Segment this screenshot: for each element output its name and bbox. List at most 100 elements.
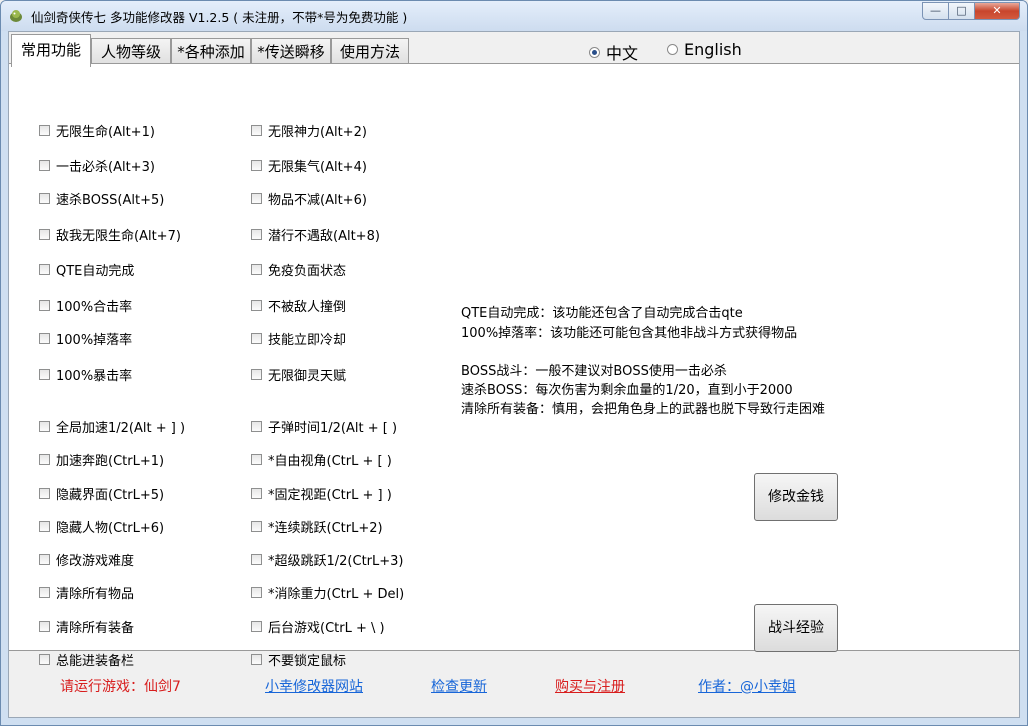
app-icon xyxy=(10,10,22,22)
cheat-infinite-mp[interactable]: 无限神力(Alt+2) xyxy=(251,121,367,140)
modify-money-button[interactable]: 修改金钱 xyxy=(754,473,838,521)
checkbox[interactable] xyxy=(251,587,262,598)
info-drop-rate: 100%掉落率：该功能还可能包含其他非战斗方式获得物品 xyxy=(461,326,798,341)
cheat-drop-rate[interactable]: 100%掉落率 xyxy=(39,329,132,348)
checkbox[interactable] xyxy=(39,333,50,344)
checkbox[interactable] xyxy=(39,369,50,380)
checkbox[interactable] xyxy=(251,264,262,275)
cheat-infinite-talent[interactable]: 无限御灵天赋 xyxy=(251,365,346,384)
checkbox[interactable] xyxy=(251,369,262,380)
checkbox-label: 全局加速1/2(Alt + ] ) xyxy=(56,421,186,436)
checkbox[interactable] xyxy=(39,654,50,665)
checkbox[interactable] xyxy=(251,621,262,632)
maximize-button[interactable]: □ xyxy=(949,2,975,20)
tab-character-level[interactable]: 人物等级 xyxy=(91,38,171,66)
lang-option-english[interactable]: English xyxy=(667,40,742,59)
cheat-fast-kill-boss[interactable]: 速杀BOSS(Alt+5) xyxy=(39,189,164,208)
close-button[interactable]: ✕ xyxy=(975,2,1020,20)
checkbox[interactable] xyxy=(251,654,262,665)
cheat-bullet-time[interactable]: 子弹时间1/2(Alt + [ ) xyxy=(251,417,397,436)
cheat-stealth[interactable]: 潜行不遇敌(Alt+8) xyxy=(251,225,380,244)
checkbox-label: 不要锁定鼠标 xyxy=(268,654,347,669)
checkbox-label: 速杀BOSS(Alt+5) xyxy=(56,193,165,208)
checkbox[interactable] xyxy=(39,521,50,532)
cheat-fixed-distance[interactable]: *固定视距(CtrL + ] ) xyxy=(251,484,392,503)
tab-common[interactable]: 常用功能 xyxy=(11,34,91,67)
checkbox-label: *自由视角(CtrL + [ ) xyxy=(268,454,392,469)
checkbox-label: 无限神力(Alt+2) xyxy=(268,125,367,140)
lang-option-chinese[interactable]: 中文 xyxy=(589,40,638,64)
cheat-multi-jump[interactable]: *连续跳跃(CtrL+2) xyxy=(251,517,383,536)
cheat-combo-rate[interactable]: 100%合击率 xyxy=(39,296,132,315)
checkbox-label: 无限集气(Alt+4) xyxy=(268,160,367,175)
cheat-immune-debuff[interactable]: 免疫负面状态 xyxy=(251,260,346,279)
minimize-button[interactable]: — xyxy=(922,2,949,20)
checkbox[interactable] xyxy=(39,264,50,275)
cheat-all-infinite-hp[interactable]: 敌我无限生命(Alt+7) xyxy=(39,225,181,244)
checkbox[interactable] xyxy=(251,229,262,240)
radio-chinese[interactable] xyxy=(589,46,600,58)
checkbox[interactable] xyxy=(39,229,50,240)
tab-usage[interactable]: 使用方法 xyxy=(331,38,409,66)
cheat-no-knockdown[interactable]: 不被敌人撞倒 xyxy=(251,296,346,315)
checkbox-label: 100%掉落率 xyxy=(56,333,133,348)
cheat-no-cooldown[interactable]: 技能立即冷却 xyxy=(251,329,346,348)
checkbox[interactable] xyxy=(39,587,50,598)
checkbox-label: 100%暴击率 xyxy=(56,369,133,384)
cheat-items-not-decrease[interactable]: 物品不减(Alt+6) xyxy=(251,189,367,208)
checkbox[interactable] xyxy=(251,160,262,171)
cheat-no-mouse-lock[interactable]: 不要锁定鼠标 xyxy=(251,650,346,669)
cheat-clear-items[interactable]: 清除所有物品 xyxy=(39,583,134,602)
cheat-difficulty[interactable]: 修改游戏难度 xyxy=(39,550,134,569)
cheat-qte-auto[interactable]: QTE自动完成 xyxy=(39,260,134,279)
checkbox[interactable] xyxy=(251,521,262,532)
checkbox-label: *固定视距(CtrL + ] ) xyxy=(268,488,392,503)
cheat-no-gravity[interactable]: *消除重力(CtrL + Del) xyxy=(251,583,404,602)
checkbox-label: 修改游戏难度 xyxy=(56,554,135,569)
cheat-hide-ui[interactable]: 隐藏界面(CtrL+5) xyxy=(39,484,164,503)
checkbox[interactable] xyxy=(251,421,262,432)
cheat-background-game[interactable]: 后台游戏(CtrL + \ ) xyxy=(251,617,385,636)
buy-register-link[interactable]: 购买与注册 xyxy=(555,676,625,696)
checkbox[interactable] xyxy=(39,421,50,432)
checkbox[interactable] xyxy=(251,554,262,565)
cheat-infinite-qi[interactable]: 无限集气(Alt+4) xyxy=(251,156,367,175)
radio-english[interactable] xyxy=(667,44,678,55)
checkbox[interactable] xyxy=(251,193,262,204)
cheat-hide-character[interactable]: 隐藏人物(CtrL+6) xyxy=(39,517,164,536)
checkbox[interactable] xyxy=(39,454,50,465)
cheat-crit-rate[interactable]: 100%暴击率 xyxy=(39,365,132,384)
cheat-one-hit-kill[interactable]: 一击必杀(Alt+3) xyxy=(39,156,155,175)
checkbox[interactable] xyxy=(251,454,262,465)
checkbox[interactable] xyxy=(251,333,262,344)
checkbox[interactable] xyxy=(251,488,262,499)
check-update-link[interactable]: 检查更新 xyxy=(431,676,487,696)
title-bar[interactable]: 仙剑奇侠传七 多功能修改器 V1.2.5 ( 未注册，不带*号为免费功能 ) —… xyxy=(1,1,1027,31)
tab-teleport[interactable]: *传送瞬移 xyxy=(251,38,331,66)
cheat-super-jump[interactable]: *超级跳跃1/2(CtrL+3) xyxy=(251,550,404,569)
checkbox[interactable] xyxy=(39,125,50,136)
checkbox[interactable] xyxy=(39,621,50,632)
cheat-free-camera[interactable]: *自由视角(CtrL + [ ) xyxy=(251,450,392,469)
battle-exp-button[interactable]: 战斗经验 xyxy=(754,604,838,652)
checkbox[interactable] xyxy=(39,300,50,311)
cheat-clear-equipment[interactable]: 清除所有装备 xyxy=(39,617,134,636)
cheat-fast-run[interactable]: 加速奔跑(CtrL+1) xyxy=(39,450,164,469)
checkbox[interactable] xyxy=(39,193,50,204)
checkbox[interactable] xyxy=(39,488,50,499)
checkbox-label: 100%合击率 xyxy=(56,300,133,315)
author-link[interactable]: 作者：@小幸姐 xyxy=(698,676,796,696)
checkbox[interactable] xyxy=(251,300,262,311)
checkbox[interactable] xyxy=(39,160,50,171)
tab-add-items[interactable]: *各种添加 xyxy=(171,38,251,66)
website-link[interactable]: 小幸修改器网站 xyxy=(265,676,363,696)
checkbox[interactable] xyxy=(251,125,262,136)
cheat-infinite-hp[interactable]: 无限生命(Alt+1) xyxy=(39,121,155,140)
checkbox-label: *超级跳跃1/2(CtrL+3) xyxy=(268,554,404,569)
tab-panel-common: 无限生命(Alt+1) 一击必杀(Alt+3) 速杀BOSS(Alt+5) 敌我… xyxy=(9,63,1019,669)
checkbox-label: 敌我无限生命(Alt+7) xyxy=(56,229,181,244)
cheat-global-speed[interactable]: 全局加速1/2(Alt + ] ) xyxy=(39,417,185,436)
checkbox[interactable] xyxy=(39,554,50,565)
cheat-equip-slot[interactable]: 总能进装备栏 xyxy=(39,650,134,669)
checkbox-label: 物品不减(Alt+6) xyxy=(268,193,367,208)
